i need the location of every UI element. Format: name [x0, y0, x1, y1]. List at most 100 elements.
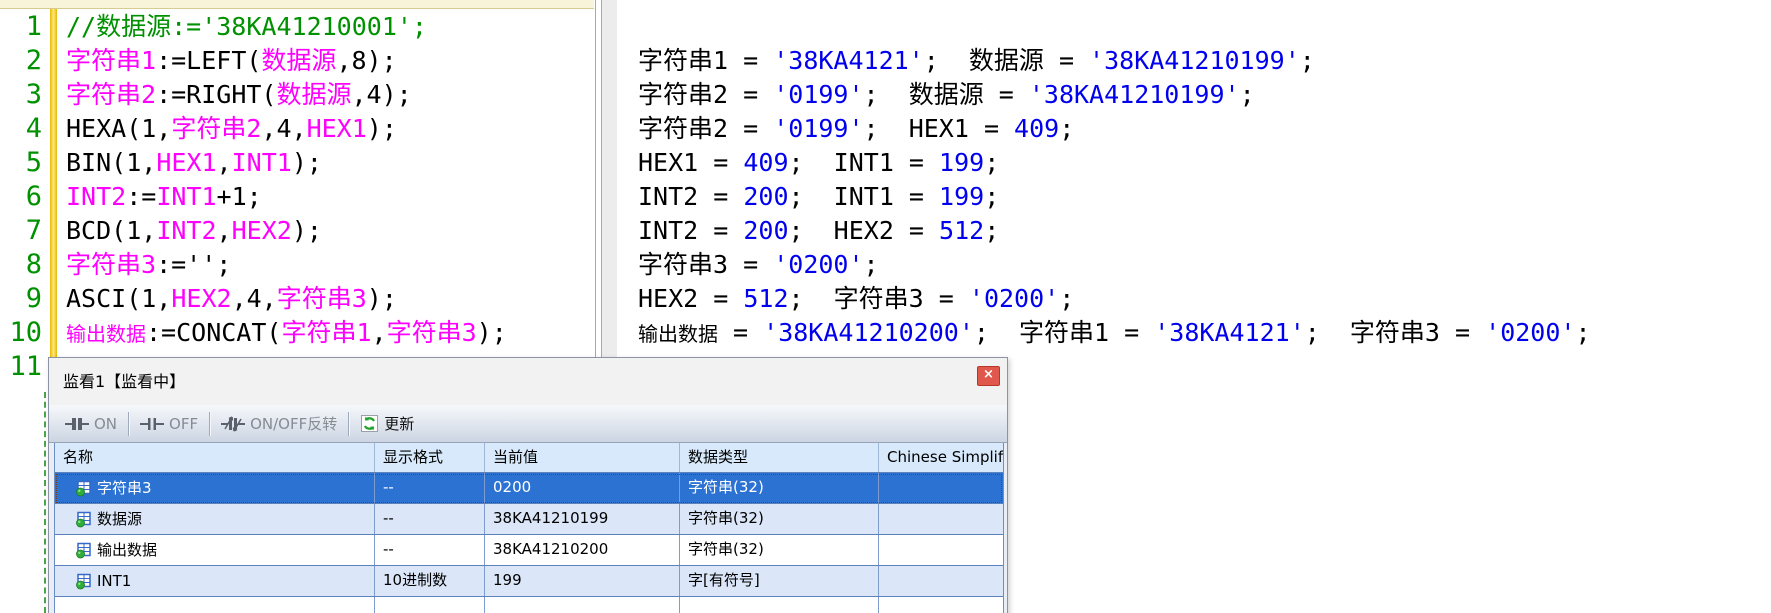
cell-type: 字符串(32) — [680, 473, 879, 503]
code-token: ; — [789, 148, 834, 177]
code-token: INT1 — [232, 148, 292, 177]
code-token: ); — [292, 216, 322, 245]
code-token: '0200' — [773, 250, 863, 279]
modified-lines-bar — [50, 9, 57, 392]
device-name-label: 输出数据 — [97, 536, 157, 565]
cell-value: 0200 — [485, 473, 680, 503]
cell-format: -- — [375, 535, 485, 565]
line-number: 6 — [0, 180, 42, 214]
device-icon — [75, 511, 92, 528]
table-row[interactable]: INT110进制数199字[有符号] — [55, 566, 1003, 597]
monitor-line: 字符串1 = '38KA4121'; 数据源 = '38KA41210199'; — [638, 44, 1315, 78]
watch-table-header: 名称显示格式当前值数据类型Chinese Simplified/简体中文 — [55, 443, 1003, 473]
code-token: ; — [984, 148, 999, 177]
code-token: 字符串1 = — [1019, 318, 1154, 347]
plc-script-monitor-screen: 1234567891011 //数据源:='38KA41210001';字符串1… — [0, 0, 1771, 613]
cell-name: INT1 — [55, 566, 375, 596]
code-token: 输出数据 — [638, 322, 718, 346]
line-number: 3 — [0, 78, 42, 112]
table-row[interactable]: 输出数据 --38KA41210200字符串(32) — [55, 535, 1003, 566]
code-token: , — [217, 216, 232, 245]
on-button[interactable]: ON — [57, 409, 125, 439]
watch-window: 监看1【监看中】 × ON OFF — [48, 357, 1008, 613]
on-off-toggle-button[interactable]: ON/OFF反转 — [213, 409, 345, 439]
line-number: 4 — [0, 112, 42, 146]
code-token: = — [718, 318, 763, 347]
device-icon — [75, 573, 92, 590]
contact-off-icon — [140, 416, 164, 432]
code-token: 字符串2 = — [638, 80, 773, 109]
code-token: , — [217, 148, 232, 177]
close-button[interactable]: × — [977, 366, 1000, 386]
column-header-name[interactable]: 名称 — [55, 443, 375, 472]
code-token: ; — [974, 318, 1019, 347]
line-number: 1 — [0, 10, 42, 44]
close-icon: × — [983, 367, 994, 382]
code-token: 字符串3 = — [638, 250, 773, 279]
code-token: '38KA4121' — [773, 46, 924, 75]
code-token: 字符串2 — [66, 80, 156, 109]
pane-splitter[interactable] — [595, 0, 596, 357]
code-token: ,4, — [232, 284, 277, 313]
code-token: ; — [1305, 318, 1350, 347]
monitor-line: INT2 = 200; HEX2 = 512; — [638, 214, 999, 248]
code-token: 字符串3 — [387, 318, 477, 347]
cell-type: 字符串(32) — [680, 535, 879, 565]
code-token: 字符串3 — [66, 250, 156, 279]
code-token: ; — [789, 182, 834, 211]
cell-language — [879, 535, 1003, 565]
off-button[interactable]: OFF — [132, 409, 206, 439]
table-row[interactable]: 字符串3--0200字符串(32) — [55, 473, 1003, 504]
monitor-line: 字符串2 = '0199'; HEX1 = 409; — [638, 112, 1074, 146]
code-token: INT1 — [156, 182, 216, 211]
code-token: 数据源 — [261, 46, 336, 75]
device-name-label: 字符串3 — [97, 474, 152, 503]
refresh-button[interactable]: 更新 — [352, 409, 422, 439]
code-token: 199 — [939, 182, 984, 211]
watch-title-bar[interactable]: 监看1【监看中】 × — [49, 358, 1007, 406]
code-token: HEX1 — [156, 148, 216, 177]
toolbar-separator — [348, 412, 349, 436]
monitor-line: HEX2 = 512; 字符串3 = '0200'; — [638, 282, 1074, 316]
code-token: HEXA(1, — [66, 114, 171, 143]
code-token: 字符串2 = — [638, 114, 773, 143]
code-token: 409 — [743, 148, 788, 177]
code-token: ); — [367, 114, 397, 143]
cell-value: 199 — [485, 566, 680, 596]
empty-cell — [55, 597, 375, 613]
code-token: INT2 = — [638, 182, 743, 211]
line-number: 11 — [0, 350, 42, 384]
line-number: 7 — [0, 214, 42, 248]
watch-table-rows: 字符串3--0200字符串(32)数据源--38KA41210199字符串(32… — [55, 473, 1003, 613]
code-token: '0199' — [773, 114, 863, 143]
table-row[interactable]: 数据源--38KA41210199字符串(32) — [55, 504, 1003, 535]
cell-name: 数据源 — [55, 504, 375, 534]
column-header-language[interactable]: Chinese Simplified/简体中文 — [879, 443, 1003, 472]
column-header-value[interactable]: 当前值 — [485, 443, 680, 472]
code-token: INT2 = — [638, 216, 743, 245]
toggle-button-label: ON/OFF反转 — [250, 413, 337, 434]
code-token: ); — [367, 284, 397, 313]
code-token: ; — [864, 250, 879, 279]
cell-format: -- — [375, 504, 485, 534]
code-token: 字符串2 — [171, 114, 261, 143]
cell-type: 字[有符号] — [680, 566, 879, 596]
column-header-format[interactable]: 显示格式 — [375, 443, 485, 472]
code-token: ; — [924, 46, 969, 75]
code-line: 字符串2:=RIGHT(数据源,4); — [66, 78, 412, 112]
code-token: , — [372, 318, 387, 347]
code-token: ); — [477, 318, 507, 347]
code-token: 200 — [743, 216, 788, 245]
empty-cell — [375, 597, 485, 613]
cell-value: 38KA41210200 — [485, 535, 680, 565]
code-token: :=CONCAT( — [146, 318, 281, 347]
code-token: 512 — [743, 284, 788, 313]
code-token: INT1 = — [834, 148, 939, 177]
code-token: 字符串3 — [277, 284, 367, 313]
column-header-type[interactable]: 数据类型 — [680, 443, 879, 472]
code-token: ; — [984, 216, 999, 245]
code-token: '38KA41210199' — [1089, 46, 1300, 75]
empty-row — [55, 597, 1003, 613]
code-line: INT2:=INT1+1; — [66, 180, 262, 214]
code-token: INT2 — [156, 216, 216, 245]
